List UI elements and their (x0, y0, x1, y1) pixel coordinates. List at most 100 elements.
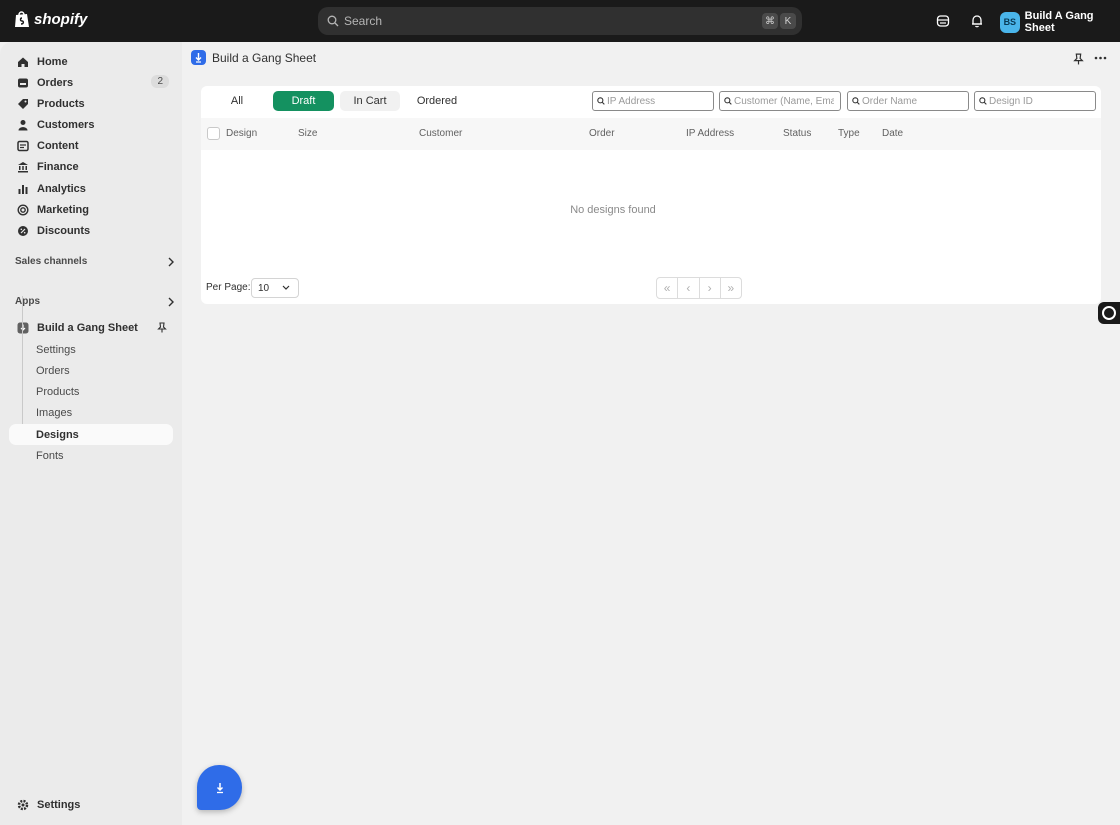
discount-icon (17, 225, 29, 237)
sidebar-subitem-fonts[interactable]: Fonts (9, 445, 173, 466)
sidebar-item-home[interactable]: Home (9, 51, 173, 72)
sidebar-subitem-orders[interactable]: Orders (9, 360, 173, 381)
last-page-button[interactable]: » (721, 278, 741, 298)
download-drop-icon (216, 782, 223, 793)
tab-in-cart[interactable]: In Cart (340, 91, 400, 111)
apps-section[interactable]: Apps (15, 296, 175, 307)
column-header-design[interactable]: Design (226, 128, 257, 139)
tag-icon (17, 98, 29, 110)
tab-draft[interactable]: Draft (273, 91, 334, 111)
circle-icon (1102, 306, 1116, 320)
bell-icon[interactable] (968, 12, 986, 30)
sidebar-item-discounts[interactable]: Discounts (9, 220, 173, 241)
bank-icon (17, 161, 29, 173)
shortcut-key-k: K (780, 13, 796, 29)
column-header-customer[interactable]: Customer (419, 128, 462, 139)
order-name-input[interactable] (862, 95, 962, 107)
sidebar-subitem-designs[interactable]: Designs (9, 424, 173, 445)
next-page-button[interactable]: › (700, 278, 721, 298)
target-icon (17, 203, 29, 216)
store-icon[interactable] (934, 12, 952, 30)
chevron-right-icon (168, 257, 174, 266)
orders-icon (17, 77, 29, 89)
per-page-label: Per Page: (206, 282, 251, 293)
order-name-filter[interactable] (847, 91, 969, 111)
search-icon (597, 97, 605, 105)
sidebar-item-label: Finance (37, 160, 79, 173)
sidebar-item-content[interactable]: Content (9, 135, 173, 156)
page-header: Build a Gang Sheet (191, 50, 316, 65)
search-icon (724, 97, 732, 105)
column-header-order[interactable]: Order (589, 128, 615, 139)
orders-count-badge: 2 (151, 75, 169, 88)
column-header-size[interactable]: Size (298, 128, 317, 139)
column-header-date[interactable]: Date (882, 128, 903, 139)
search-placeholder: Search (344, 14, 383, 28)
ip-address-input[interactable] (607, 95, 707, 107)
designs-card: All Draft In Cart Ordered Design Size Cu… (201, 86, 1101, 304)
sidebar-item-label: Home (37, 55, 68, 68)
search-icon (327, 15, 339, 27)
sidebar-item-label: Customers (37, 118, 95, 131)
pin-icon[interactable] (1073, 53, 1084, 65)
design-id-filter[interactable] (974, 91, 1096, 111)
select-all-checkbox[interactable] (207, 127, 220, 140)
global-search[interactable]: Search ⌘ K (318, 7, 802, 35)
shortcut-key-cmd: ⌘ (762, 13, 778, 29)
sidebar-item-customers[interactable]: Customers (9, 114, 173, 135)
design-id-input[interactable] (989, 95, 1089, 107)
content-icon (17, 140, 29, 152)
more-options-icon[interactable] (1094, 56, 1107, 60)
column-header-ip-address[interactable]: IP Address (686, 128, 734, 139)
table-header: Design Size Customer Order IP Address St… (201, 118, 1101, 150)
sales-channels-section[interactable]: Sales channels (15, 256, 175, 267)
previous-page-button[interactable]: ‹ (678, 278, 700, 298)
home-icon (17, 56, 29, 68)
sidebar-item-label: Content (37, 139, 79, 152)
sidebar-subitem-products[interactable]: Products (9, 381, 173, 402)
sidebar-item-finance[interactable]: Finance (9, 156, 173, 177)
sidebar-subitem-images[interactable]: Images (9, 402, 173, 423)
top-bar: shopify Search ⌘ K BS Build A Gang Sheet (0, 0, 1120, 42)
shopify-bag-icon (15, 11, 29, 27)
user-menu[interactable]: BS Build A Gang Sheet (1000, 10, 1120, 34)
sales-channels-label: Sales channels (15, 256, 88, 267)
sidebar-item-orders[interactable]: Orders 2 (9, 72, 173, 93)
bar-chart-icon (17, 183, 29, 195)
user-name: Build A Gang Sheet (1024, 10, 1094, 34)
ip-address-filter[interactable] (592, 91, 714, 111)
person-icon (17, 119, 29, 131)
logo-text: shopify (34, 10, 88, 28)
sidebar-item-label: Products (37, 97, 85, 110)
gear-icon (17, 799, 29, 811)
pagination: « ‹ › » (656, 277, 742, 299)
page-title: Build a Gang Sheet (212, 50, 317, 65)
side-panel-toggle[interactable] (1098, 302, 1120, 324)
tab-ordered[interactable]: Ordered (407, 91, 467, 111)
customer-input[interactable] (734, 95, 834, 107)
column-header-type[interactable]: Type (838, 128, 860, 139)
sidebar-item-settings[interactable]: Settings (9, 794, 173, 815)
sidebar-item-marketing[interactable]: Marketing (9, 199, 173, 220)
chevron-down-icon (282, 285, 290, 290)
customer-filter[interactable] (719, 91, 841, 111)
avatar: BS (1000, 11, 1020, 33)
per-page-select[interactable]: 10 (251, 278, 299, 298)
sidebar-item-analytics[interactable]: Analytics (9, 178, 173, 199)
sidebar-item-label: Analytics (37, 182, 86, 195)
app-logo-icon (191, 50, 206, 65)
app-launcher-button[interactable] (197, 765, 242, 810)
sidebar-item-app[interactable]: Build a Gang Sheet (9, 317, 173, 338)
sidebar-item-label: Settings (37, 798, 81, 811)
column-header-status[interactable]: Status (783, 128, 811, 139)
sidebar-subitem-settings[interactable]: Settings (9, 339, 173, 360)
first-page-button[interactable]: « (657, 278, 679, 298)
shopify-logo[interactable]: shopify (14, 10, 87, 28)
sidebar-item-label: Marketing (37, 203, 89, 216)
tab-all[interactable]: All (211, 91, 263, 111)
sidebar-item-products[interactable]: Products (9, 93, 173, 114)
search-icon (979, 97, 987, 105)
pin-icon[interactable] (157, 322, 167, 333)
sidebar-item-label: Discounts (37, 224, 91, 237)
per-page-value: 10 (258, 282, 270, 294)
